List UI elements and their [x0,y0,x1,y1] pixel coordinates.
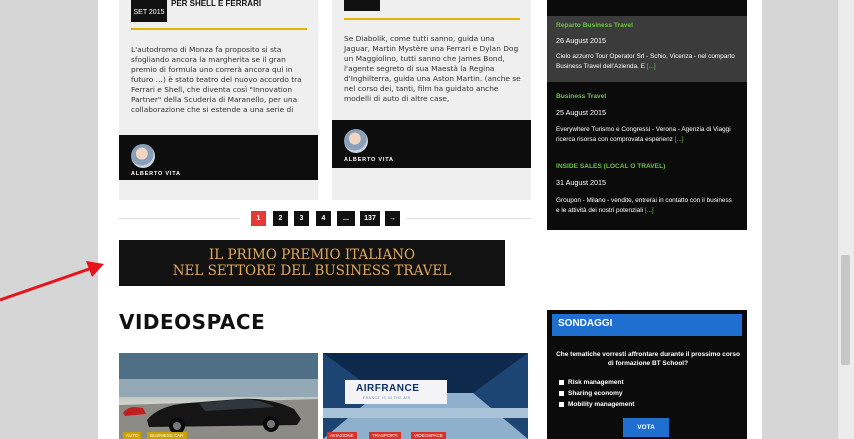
job-item[interactable]: Business Travel 25 August 2015 Everywher… [547,90,747,150]
job-item[interactable]: INSIDE SALES (LOCAL O TRAVEL) 31 August … [547,160,747,222]
author-bar[interactable]: ALBERTO VITA [119,135,318,180]
category-tag[interactable]: VIDEOSPACE [411,432,446,439]
vote-button[interactable]: VOTA [623,418,669,437]
category-tag[interactable]: AVIAZIONE [327,432,357,439]
scrollbar[interactable] [837,0,854,439]
page-button-2[interactable]: 2 [273,211,288,226]
next-page-button[interactable]: → [385,211,400,226]
page-button-1[interactable]: 1 [251,211,266,226]
author-name[interactable]: ALBERTO VITA [131,171,181,177]
read-more-link[interactable]: [...] [647,63,656,70]
job-item[interactable]: Reparto Business Travel 26 August 2015 C… [547,16,747,82]
poll-option[interactable]: Mobility management [559,401,634,408]
article-excerpt: Se Diabolik, come tutti sanno, guida una… [344,34,521,103]
category-tag[interactable]: AUTO [123,432,142,439]
category-tag[interactable]: BUSINESS CAR [147,432,187,439]
video-thumbnail[interactable]: AUTO BUSINESS CAR [119,353,318,439]
checkbox[interactable] [559,401,564,407]
car-image-icon [119,353,318,439]
headline-underline [344,18,520,20]
checkbox[interactable] [559,390,564,396]
date-badge: SET 2015 [131,0,167,22]
poll-question: Che tematiche vorresti affrontare durant… [556,351,740,367]
section-title: VIDEOSPACE [119,310,266,334]
read-more-link[interactable]: [...] [675,136,684,143]
checkbox[interactable] [559,379,564,385]
article-headline[interactable]: PER SHELL E FERRARI [171,0,261,8]
job-category[interactable]: INSIDE SALES (LOCAL O TRAVEL) [556,163,665,170]
author-name[interactable]: ALBERTO VITA [344,157,394,163]
job-date: 31 August 2015 [556,178,606,187]
poll-header: SONDAGGI [552,314,742,336]
date-badge [344,0,380,11]
article-excerpt: L'autodromo di Monza fa proposito si sta… [131,45,302,114]
pagination-divider [119,218,240,219]
scrollbar-thumb[interactable] [841,255,850,365]
avatar[interactable] [131,144,155,168]
job-text[interactable]: Groupon - Milano - vendite, entrerai in … [556,196,736,215]
airline-name: AIRFRANCE [356,383,420,394]
avatar[interactable] [344,129,368,153]
job-date: 26 August 2015 [556,36,606,45]
video-thumbnail[interactable]: AIRFRANCE FRANCE IS IN THE AIR AVIAZIONE… [323,353,528,439]
award-banner[interactable]: IL PRIMO PREMIO ITALIANO NEL SETTORE DEL… [119,240,505,286]
page-button-3[interactable]: 3 [294,211,309,226]
job-text[interactable]: Cielo azzurro Tour Operator Srl - Schio,… [556,52,736,71]
job-listings-sidebar: Reparto Business Travel 26 August 2015 C… [547,0,747,230]
page-button-last[interactable]: 137 [360,211,380,226]
author-bar[interactable]: ALBERTO VITA [332,120,531,168]
page-button-4[interactable]: 4 [316,211,331,226]
page-ellipsis: ... [337,211,355,226]
banner-line-1: IL PRIMO PREMIO ITALIANO [208,247,416,263]
poll-widget: SONDAGGI Che tematiche vorresti affronta… [547,310,747,439]
banner-line-2: NEL SETTORE DEL BUSINESS TRAVEL [172,263,452,279]
article-card[interactable]: Se Diabolik, come tutti sanno, guida una… [332,0,531,200]
job-date: 25 August 2015 [556,108,606,117]
category-tag[interactable]: TRASPORTI [369,432,401,439]
job-text[interactable]: Everywhere Turismo e Congressi - Verona … [556,125,736,144]
pagination-divider [407,218,531,219]
job-category[interactable]: Reparto Business Travel [556,22,633,29]
headline-underline [131,28,307,30]
poll-title: SONDAGGI [558,318,613,329]
poll-option[interactable]: Risk management [559,379,624,386]
poll-option[interactable]: Sharing economy [559,390,623,397]
job-category[interactable]: Business Travel [556,93,606,100]
annotation-arrow-icon [0,261,104,302]
read-more-link[interactable]: [...] [645,207,654,214]
airline-slogan: FRANCE IS IN THE AIR [363,396,411,400]
